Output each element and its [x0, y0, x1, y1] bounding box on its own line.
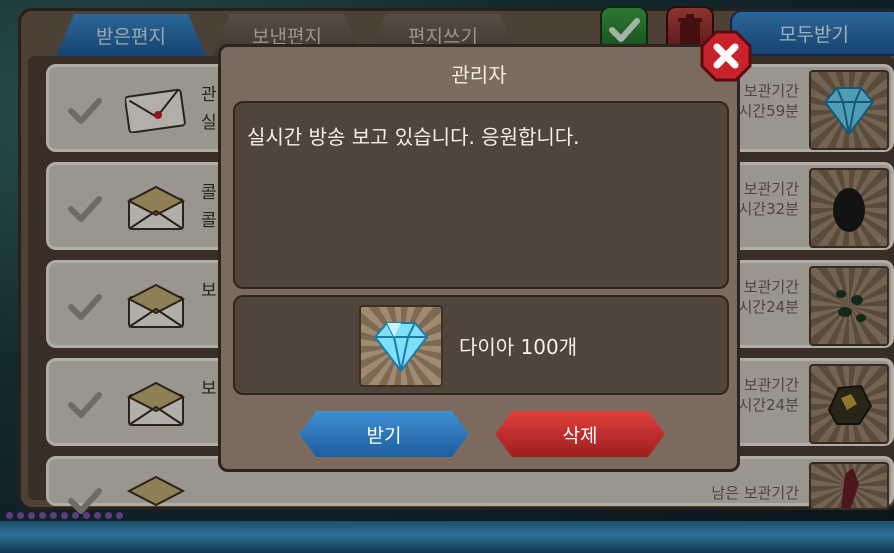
message-text: 실시간 방송 보고 있습니다. 응원합니다. [247, 125, 580, 149]
receive-button[interactable]: 받기 [299, 411, 469, 457]
message-box: 실시간 방송 보고 있습니다. 응원합니다. [233, 101, 729, 289]
reward-box: 다이아 100개 [233, 295, 729, 395]
reward-text: 다이아 100개 [459, 335, 578, 359]
receive-button-label: 받기 [366, 424, 402, 447]
diamond-icon [373, 322, 429, 373]
reward-thumbnail [359, 305, 443, 387]
delete-button-label: 삭제 [562, 424, 598, 447]
close-icon[interactable] [700, 30, 752, 82]
mail-detail-dialog: 관리자 실시간 방송 보고 있습니다. 응원합니다. 다이아 100개 받기 삭… [218, 44, 740, 472]
delete-button[interactable]: 삭제 [495, 411, 665, 457]
dialog-title: 관리자 [451, 63, 507, 87]
